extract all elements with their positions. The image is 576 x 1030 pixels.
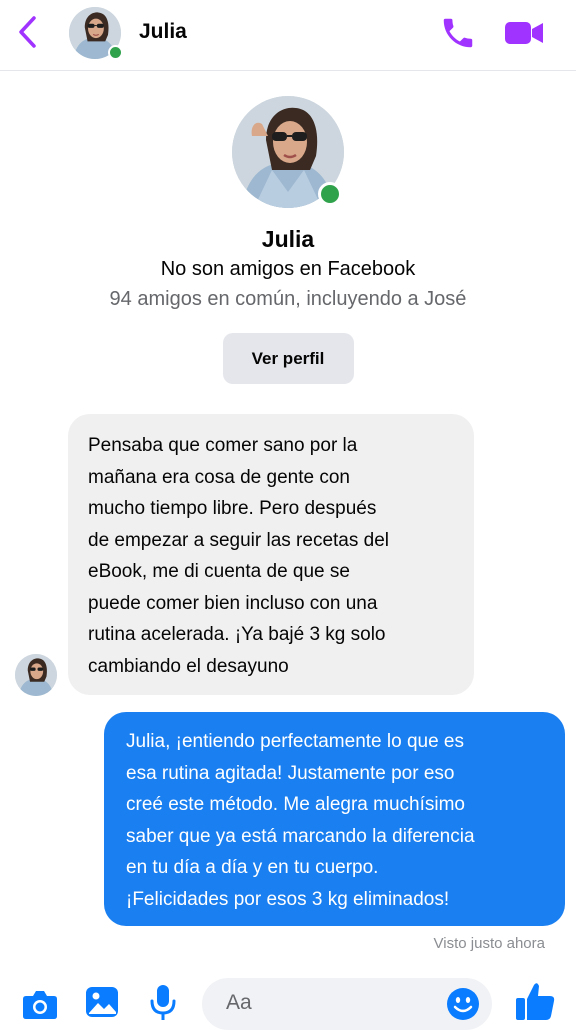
camera-button[interactable] [22, 988, 58, 1020]
message-line: rutina acelerada. ¡Ya bajé 3 kg solo [88, 624, 386, 645]
message-line: Pensaba que comer sano por la [88, 435, 358, 456]
message-line: cambiando el desayuno [88, 655, 289, 677]
contact-name[interactable]: Julia [139, 20, 187, 44]
view-profile-button[interactable]: Ver perfil [222, 333, 354, 384]
image-gallery-icon [86, 987, 118, 1017]
friend-status: No son amigos en Facebook [160, 258, 416, 280]
message-line: en tu día a día y en tu cuerpo. [126, 857, 379, 878]
outgoing-message-bubble[interactable]: Julia, ¡entiendo perfectamente lo que es… [104, 712, 565, 926]
chevron-left-icon [19, 16, 36, 48]
like-button[interactable] [514, 980, 556, 1022]
message-line: mucho tiempo libre. Pero después [88, 498, 377, 519]
emoji-button[interactable] [446, 987, 480, 1021]
online-indicator [318, 182, 342, 206]
message-line: ¡Felicidades por esos 3 kg eliminados! [126, 888, 450, 910]
microphone-icon [150, 985, 176, 1020]
message-line: creé este método. Me alegra muchísimo [126, 794, 465, 815]
message-line: mañana era cosa de gente con [88, 466, 350, 488]
profile-name: Julia [261, 226, 315, 252]
camera-icon [23, 991, 57, 1019]
message-composer: Aa [0, 970, 576, 1030]
phone-icon [443, 18, 473, 48]
video-camera-icon [505, 22, 543, 44]
profile-summary: Julia No son amigos en Facebook 94 amigo… [0, 96, 576, 384]
voice-message-button[interactable] [148, 983, 178, 1023]
header-avatar[interactable] [69, 7, 123, 60]
video-call-button[interactable] [503, 16, 545, 50]
call-button[interactable] [438, 14, 478, 52]
seen-status: Visto justo ahora [433, 935, 545, 952]
incoming-message-bubble[interactable]: Pensaba que comer sano por la mañana era… [68, 414, 474, 695]
gallery-button[interactable] [84, 984, 120, 1020]
back-button[interactable] [12, 14, 44, 50]
emoji-icon [447, 988, 479, 1020]
avatar [15, 654, 57, 696]
message-line: eBook, me di cuenta de que se [88, 561, 350, 582]
mutual-friends: 94 amigos en común, incluyendo a José [109, 288, 467, 310]
online-indicator [108, 45, 123, 60]
message-line: de empezar a seguir las recetas del [88, 529, 389, 551]
message-line: esa rutina agitada! Justamente por eso [126, 762, 455, 784]
sender-avatar[interactable] [15, 654, 57, 696]
thumbs-up-icon [516, 983, 555, 1020]
message-input-placeholder: Aa [226, 991, 252, 1014]
profile-avatar[interactable] [232, 96, 344, 208]
message-line: Julia, ¡entiendo perfectamente lo que es [126, 731, 464, 752]
conversation-header: Julia [0, 0, 576, 71]
message-line: puede comer bien incluso con una [88, 592, 378, 614]
message-line: saber que ya está marcando la diferencia [126, 825, 475, 847]
message-input[interactable]: Aa [202, 978, 492, 1030]
